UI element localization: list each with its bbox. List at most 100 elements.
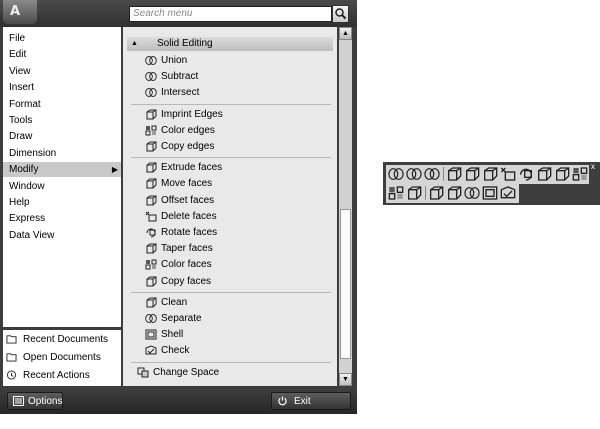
menu-item-label: Insert — [9, 82, 35, 94]
menu-item-format[interactable]: Format — [3, 97, 121, 112]
menu-item-label: Window — [9, 180, 45, 192]
scroll-up-button[interactable]: ▲ — [339, 27, 352, 40]
toolbar-button-check[interactable] — [500, 185, 516, 201]
toolbar-button-shell[interactable] — [482, 185, 498, 201]
submenu-item-check[interactable]: Check — [123, 343, 337, 358]
submenu-item-label: Separate — [161, 313, 202, 324]
separator — [131, 361, 331, 363]
search-input[interactable] — [130, 7, 331, 19]
submenu-item-shell[interactable]: Shell — [123, 327, 337, 342]
color-edges-icon — [388, 186, 404, 200]
menu-item-edit[interactable]: Edit — [3, 47, 121, 62]
application-menu: A File Edit View Insert Format Tools Draw Dimen… — [0, 0, 357, 425]
toolbar-button-taper-faces[interactable] — [536, 166, 552, 182]
autocad-logo-button[interactable]: A — [3, 0, 37, 24]
exit-autocad-button[interactable]: Exit AutoCAD — [271, 392, 351, 425]
recent-item-recent-documents[interactable]: Recent Documents — [3, 331, 121, 348]
submenu-item-label: Rotate faces — [161, 227, 218, 238]
scroll-down-button[interactable]: ▼ — [339, 373, 352, 386]
submenu-item-rotate-faces[interactable]: Rotate faces — [123, 225, 337, 240]
menu-item-file[interactable]: File — [3, 31, 121, 46]
toolbar-button-move-faces[interactable] — [464, 166, 480, 182]
copy-edges-icon — [146, 141, 157, 152]
toolbar-button-color-faces[interactable] — [572, 166, 588, 182]
submenu-item-label: Imprint Edges — [161, 108, 223, 120]
submenu-item-clean[interactable]: Clean — [123, 295, 337, 310]
toolbar-button-color-edges[interactable] — [388, 185, 404, 201]
scroll-thumb[interactable] — [340, 209, 351, 359]
menu-top-bar: A — [0, 0, 357, 27]
submenu-item-intersect[interactable]: Intersect — [123, 85, 337, 100]
submenu-item-union[interactable]: Union — [123, 53, 337, 68]
recent-item-open-documents[interactable]: Open Documents — [3, 349, 121, 366]
recent-item-recent-actions[interactable]: Recent Actions — [3, 367, 121, 384]
toolbar-button-subtract[interactable] — [406, 166, 422, 182]
collapse-arrow-icon: ▲ — [131, 40, 138, 47]
taper-faces-icon — [146, 243, 157, 254]
change-space-icon — [137, 367, 149, 378]
move-faces-icon — [146, 178, 157, 189]
toolbar-button-extrude-faces[interactable] — [446, 166, 462, 182]
shell-icon — [145, 329, 157, 340]
submenu-item-label: Check — [161, 345, 190, 357]
submenu-item-label: Offset faces — [161, 194, 215, 206]
submenu-item-color-edges[interactable]: Color edges — [123, 123, 337, 138]
submenu-item-delete-faces[interactable]: Delete faces — [123, 209, 337, 224]
search-box — [129, 6, 332, 22]
menu-item-label: Tools — [9, 115, 33, 126]
toolbar-button-offset-faces[interactable] — [482, 166, 498, 182]
submenu-scrollbar[interactable]: ▲ ▼ — [339, 27, 352, 386]
menu-item-tools[interactable]: Tools — [3, 113, 121, 128]
menu-item-data-view[interactable]: Data View — [3, 228, 121, 243]
menu-item-modify[interactable]: Modify ▶ — [3, 162, 121, 178]
menu-item-label: View — [9, 65, 31, 77]
toolbar-button-copy-edges[interactable] — [406, 185, 422, 201]
recent-item-label: Recent Documents — [23, 334, 109, 345]
menu-item-view[interactable]: View — [3, 64, 121, 79]
intersect-icon — [145, 88, 157, 98]
menu-item-draw[interactable]: Draw — [3, 129, 121, 144]
menu-item-insert[interactable]: Insert — [3, 80, 121, 95]
imprint-icon — [430, 186, 444, 200]
open-documents-icon — [6, 353, 17, 362]
search-icon — [335, 8, 347, 20]
toolbar-button-clean[interactable] — [446, 185, 462, 201]
power-icon — [278, 396, 287, 406]
submenu-item-copy-faces[interactable]: Copy faces — [123, 274, 337, 289]
toolbar-button-delete-faces[interactable] — [500, 166, 516, 182]
toolbar-close-button[interactable]: x — [589, 162, 597, 171]
menu-item-help[interactable]: Help — [3, 195, 121, 210]
menu-item-label: Edit — [9, 49, 27, 61]
subtract-icon — [145, 72, 157, 82]
submenu-item-extrude-faces[interactable]: Extrude faces — [123, 160, 337, 175]
submenu-item-copy-edges[interactable]: Copy edges — [123, 139, 337, 154]
recent-actions-icon — [6, 370, 17, 380]
submenu-item-move-faces[interactable]: Move faces — [123, 176, 337, 191]
toolbar-button-union[interactable] — [388, 166, 404, 182]
clean-icon — [146, 297, 157, 308]
toolbar-button-intersect[interactable] — [424, 166, 440, 182]
toolbar-separator — [443, 167, 444, 181]
submenu-item-taper-faces[interactable]: Taper faces — [123, 241, 337, 256]
solid-editing-header[interactable]: ▲ Solid Editing — [127, 37, 333, 51]
copy-faces-icon — [146, 276, 157, 287]
submenu-item-color-faces[interactable]: Color faces — [123, 257, 337, 272]
modify-submenu: ▲ Solid Editing Union Subtract Intersect Im… — [123, 27, 337, 386]
submenu-item-change-space[interactable]: Change Space — [123, 365, 337, 380]
color-edges-icon — [145, 125, 157, 136]
menu-item-window[interactable]: Window — [3, 179, 121, 194]
toolbar-button-rotate-faces[interactable] — [518, 166, 534, 182]
submenu-item-offset-faces[interactable]: Offset faces — [123, 193, 337, 208]
search-button[interactable] — [332, 5, 349, 23]
menu-item-express[interactable]: Express — [3, 211, 121, 226]
submenu-item-imprint-edges[interactable]: Imprint Edges — [123, 107, 337, 122]
submenu-item-separate[interactable]: Separate — [123, 311, 337, 326]
toolbar-button-copy-faces[interactable] — [554, 166, 570, 182]
submenu-item-subtract[interactable]: Subtract — [123, 69, 337, 84]
toolbar-button-separate[interactable] — [464, 185, 480, 201]
menu-item-label: Help — [9, 197, 30, 208]
menu-item-label: File — [9, 33, 26, 44]
menu-item-dimension[interactable]: Dimension — [3, 146, 121, 161]
toolbar-button-imprint[interactable] — [428, 185, 444, 201]
options-button[interactable]: Options — [7, 392, 63, 410]
